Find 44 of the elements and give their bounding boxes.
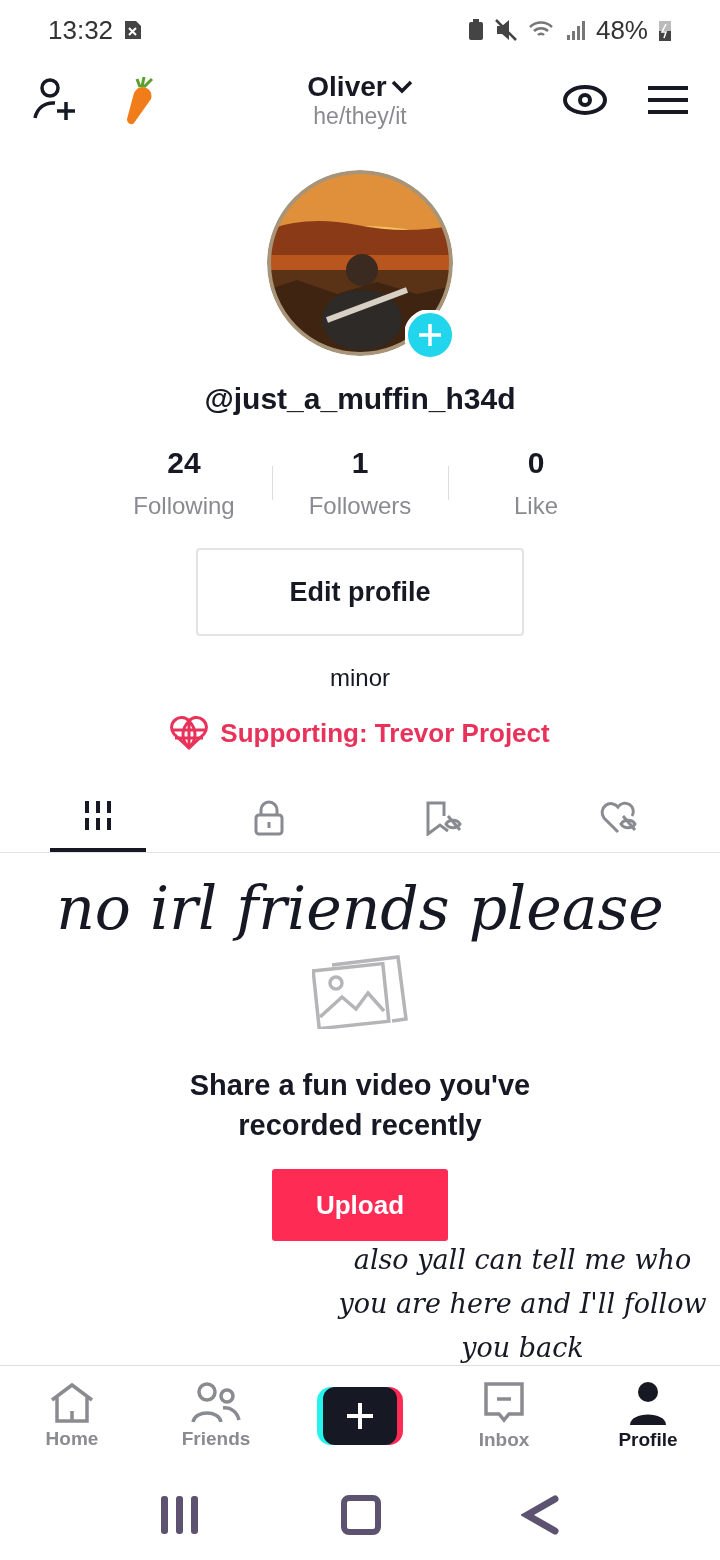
bio: minor <box>330 664 390 692</box>
account-name[interactable]: Oliver <box>307 70 387 103</box>
edit-profile-button[interactable]: Edit profile <box>196 548 524 636</box>
nav-tab[interactable]: Inbox <box>432 1381 576 1451</box>
image-icon <box>312 953 408 1029</box>
nav-tab[interactable]: Home <box>0 1382 144 1450</box>
stat-count[interactable]: 24 <box>167 446 201 480</box>
home-button-icon[interactable] <box>340 1494 382 1536</box>
mute-icon <box>493 19 518 41</box>
signal-icon <box>565 19 586 41</box>
stat-label[interactable]: Like <box>514 492 558 520</box>
inbox-icon <box>483 1381 525 1425</box>
friends-icon <box>191 1382 241 1424</box>
home-icon <box>48 1382 96 1424</box>
bookmark-hidden-icon <box>424 800 464 836</box>
heart-hidden-icon <box>598 800 639 836</box>
battery-icon <box>658 18 672 42</box>
nav-tab[interactable]: Friends <box>144 1382 288 1450</box>
back-icon[interactable] <box>520 1494 561 1536</box>
lock-icon <box>253 800 286 836</box>
stat-count[interactable]: 1 <box>351 446 369 480</box>
notification-icon <box>123 19 144 41</box>
username: @just_a_muffin_h34d <box>204 382 516 416</box>
upload-button[interactable]: Upload <box>272 1169 448 1241</box>
eye-icon[interactable] <box>562 84 608 116</box>
empty-state-message: Share a fun video you've recorded recently <box>188 1068 532 1143</box>
handwritten-caption: no irl friends please <box>55 873 665 943</box>
clock: 13:32 <box>48 14 114 46</box>
chevron-down-icon[interactable] <box>390 79 413 94</box>
supporting-link[interactable]: Supporting: Trevor Project <box>220 717 550 749</box>
stat-count[interactable]: 0 <box>527 446 545 480</box>
profile-icon <box>628 1381 668 1425</box>
pronouns: he/they/it <box>313 102 407 130</box>
nav-tab[interactable]: Profile <box>576 1381 720 1451</box>
battery-percentage: 48% <box>595 14 648 46</box>
add-icon[interactable] <box>405 310 455 360</box>
globe-heart-icon <box>170 716 209 750</box>
handwritten-note: also yall can tell me who you are here and I'll follow you back <box>336 1243 708 1365</box>
stat-label[interactable]: Following <box>133 492 235 520</box>
stat-label[interactable]: Followers <box>308 492 412 520</box>
battery-saver-icon <box>467 19 484 41</box>
menu-icon[interactable] <box>648 84 688 116</box>
grid-icon <box>83 799 114 833</box>
create-button[interactable] <box>317 1387 403 1445</box>
